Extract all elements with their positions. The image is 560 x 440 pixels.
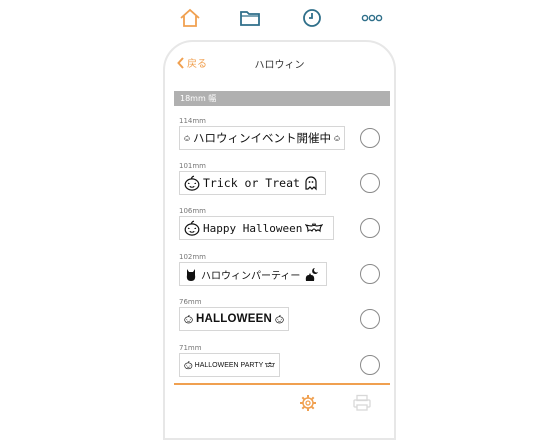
printer-icon[interactable] bbox=[352, 394, 372, 412]
top-navigation bbox=[0, 0, 560, 36]
bottom-divider bbox=[174, 383, 390, 385]
clock-icon[interactable] bbox=[300, 7, 324, 29]
pumpkin-icon bbox=[184, 135, 190, 141]
cat-icon bbox=[186, 269, 196, 281]
more-icon[interactable] bbox=[359, 7, 385, 29]
label-preview: Trick or Treat bbox=[179, 171, 326, 195]
pumpkin-icon bbox=[334, 135, 340, 141]
label-length: 102mm bbox=[179, 253, 206, 261]
label-preview: HALLOWEEN PARTY bbox=[179, 353, 280, 377]
pumpkin-icon bbox=[184, 175, 200, 191]
section-header: 18mm 幅 bbox=[174, 91, 390, 106]
label-length: 101mm bbox=[179, 162, 206, 170]
gear-icon[interactable] bbox=[299, 394, 317, 412]
list-item[interactable]: 114mm ハロウィンイベント開催中 bbox=[179, 117, 389, 157]
pumpkin-icon bbox=[184, 314, 193, 324]
label-preview: ハロウィンイベント開催中 bbox=[179, 126, 345, 150]
label-length: 76mm bbox=[179, 298, 202, 306]
select-radio[interactable] bbox=[360, 173, 380, 193]
label-preview: ハロウィンパーティー bbox=[179, 262, 327, 286]
label-preview: HALLOWEEN bbox=[179, 307, 289, 331]
bat-icon bbox=[305, 223, 323, 232]
label-text: ハロウィンパーティー bbox=[201, 270, 301, 282]
label-length: 106mm bbox=[179, 207, 206, 215]
pumpkin-icon bbox=[275, 314, 284, 324]
list-item[interactable]: 101mm Trick or Treat bbox=[179, 162, 389, 202]
phone-screen: 戻る ハロウィン 18mm 幅 114mm ハロウィンイベント開催中 101mm… bbox=[163, 40, 396, 440]
bat-icon bbox=[265, 362, 275, 367]
label-text: Trick or Treat bbox=[203, 176, 300, 190]
pumpkin-icon bbox=[184, 360, 193, 370]
home-icon[interactable] bbox=[178, 7, 202, 29]
page-title: ハロウィン bbox=[254, 60, 305, 71]
list-item[interactable]: 71mm HALLOWEEN PARTY bbox=[179, 344, 389, 384]
cat-moon-icon bbox=[306, 268, 319, 281]
select-radio[interactable] bbox=[360, 128, 380, 148]
header: 戻る ハロウィン bbox=[165, 42, 394, 84]
select-radio[interactable] bbox=[360, 355, 380, 375]
label-text: Happy Halloween bbox=[203, 221, 303, 235]
label-text: HALLOWEEN PARTY bbox=[194, 361, 264, 369]
select-radio[interactable] bbox=[360, 309, 380, 329]
list-item[interactable]: 102mm ハロウィンパーティー bbox=[179, 253, 389, 293]
label-length: 71mm bbox=[179, 344, 202, 352]
label-text: ハロウィンイベント開催中 bbox=[193, 131, 331, 145]
label-length: 114mm bbox=[179, 117, 206, 125]
pumpkin-icon bbox=[184, 220, 200, 236]
list-item[interactable]: 76mm HALLOWEEN bbox=[179, 298, 389, 338]
label-preview: Happy Halloween bbox=[179, 216, 334, 240]
label-text: HALLOWEEN bbox=[196, 313, 272, 325]
ghost-icon bbox=[305, 176, 317, 191]
list-item[interactable]: 106mm Happy Halloween bbox=[179, 207, 389, 247]
folder-icon[interactable] bbox=[238, 7, 262, 29]
select-radio[interactable] bbox=[360, 218, 380, 238]
select-radio[interactable] bbox=[360, 264, 380, 284]
